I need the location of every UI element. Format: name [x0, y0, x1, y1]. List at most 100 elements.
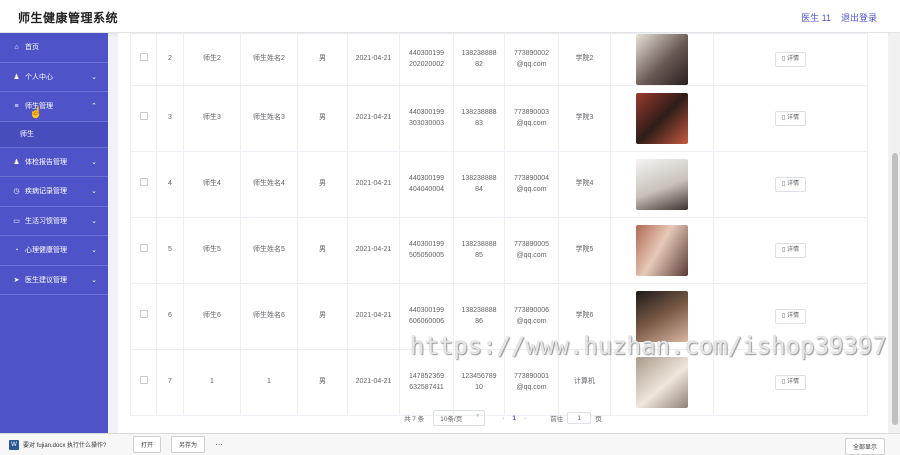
- sidebar-item-mental-health[interactable]: ◔ 心理健康管理 ⌄: [0, 236, 108, 266]
- row-checkbox[interactable]: [139, 178, 148, 187]
- chevron-down-icon: ⌄: [91, 217, 97, 225]
- row-checkbox-cell[interactable]: [130, 85, 157, 152]
- row-checkbox[interactable]: [139, 53, 148, 62]
- sidebar-item-label: 体检报告管理: [25, 158, 67, 166]
- account-cell: 师生2: [183, 33, 241, 86]
- college-cell: 学院5: [558, 217, 611, 284]
- word-document-icon: W: [9, 439, 19, 450]
- row-checkbox-cell[interactable]: [130, 151, 157, 218]
- email-line-2: @qq.com: [516, 185, 547, 193]
- name-cell: 师生姓名2: [240, 33, 298, 86]
- goto-page-input[interactable]: [567, 412, 592, 424]
- table-row: 4 师生4 师生姓名4 男 2021-04-21 440300199 404040…: [130, 151, 868, 218]
- phone-line-2: 85: [475, 251, 483, 259]
- sidebar-item-teacher-student[interactable]: ≡ 师生管理 ⌃: [0, 92, 108, 122]
- detail-button-label: 详情: [786, 378, 799, 385]
- account-cell: 师生6: [183, 283, 241, 350]
- row-checkbox[interactable]: [139, 376, 148, 385]
- row-checkbox[interactable]: [139, 310, 148, 319]
- id-line-2: 404040004: [408, 185, 445, 193]
- phone-cell: 138238888 85: [453, 217, 505, 284]
- action-cell: ▯ 详情: [713, 151, 868, 218]
- gender-cell: 男: [297, 349, 348, 416]
- sidebar-item-home[interactable]: ⌂ 首页: [0, 33, 108, 63]
- sidebar-item-disease-record[interactable]: ◷ 疾病记录管理 ⌄: [0, 177, 108, 207]
- gender-cell: 男: [297, 151, 348, 218]
- sidebar-item-checkup-report[interactable]: ♟ 体检报告管理 ⌄: [0, 148, 108, 177]
- more-options-button[interactable]: ···: [215, 440, 223, 449]
- email-line-1: 773890002: [513, 49, 550, 57]
- row-checkbox[interactable]: [139, 112, 148, 121]
- date-cell: 2021-04-21: [347, 85, 400, 152]
- goto-label: 前往: [550, 416, 564, 423]
- email-line-2: @qq.com: [516, 60, 547, 68]
- save-as-button[interactable]: 另存为: [171, 436, 206, 453]
- email-line-2: @qq.com: [516, 383, 547, 391]
- prev-page-button[interactable]: ‹: [502, 415, 504, 422]
- detail-button[interactable]: ▯ 详情: [775, 374, 806, 391]
- next-page-button[interactable]: ›: [524, 415, 526, 422]
- avatar-photo: [636, 357, 688, 408]
- chevron-down-icon: ⌄: [91, 73, 97, 81]
- id-cell: 440300199 404040004: [399, 151, 454, 218]
- email-line-2: @qq.com: [516, 317, 547, 325]
- id-line-2: 303030003: [408, 119, 445, 127]
- name-cell: 1: [240, 349, 298, 416]
- phone-line-1: 138238888: [461, 306, 497, 314]
- detail-button[interactable]: ▯ 详情: [775, 308, 806, 325]
- email-line-1: 773890006: [513, 306, 550, 314]
- sidebar-item-lifestyle[interactable]: ▭ 生活习惯管理 ⌄: [0, 207, 108, 236]
- index-cell: 7: [156, 349, 184, 416]
- sidebar-item-label: 心理健康管理: [25, 247, 67, 255]
- gender-cell: 男: [297, 33, 348, 86]
- detail-button[interactable]: ▯ 详情: [775, 176, 806, 193]
- index-cell: 2: [156, 33, 184, 86]
- page-size-select[interactable]: 10条/页 ▼: [433, 410, 486, 426]
- sidebar-subitem-teacher-student[interactable]: 师生: [0, 121, 108, 148]
- detail-button[interactable]: ▯ 详情: [775, 242, 806, 259]
- phone-line-2: 86: [475, 317, 483, 325]
- chevron-down-icon: ⌄: [91, 276, 97, 284]
- chevron-down-icon: ⌄: [91, 158, 97, 166]
- phone-line-1: 138238888: [461, 108, 497, 116]
- row-checkbox-cell[interactable]: [130, 217, 157, 284]
- download-notification-bar: W 要对 fujian.docx 执行什么操作? 打开 另存为 ··· 全部显示: [0, 433, 900, 455]
- action-cell: ▯ 详情: [713, 33, 868, 86]
- scrollbar-thumb[interactable]: [892, 153, 898, 425]
- account-cell: 师生3: [183, 85, 241, 152]
- sidebar-item-doctor-advice[interactable]: ➤ 医生建议管理 ⌄: [0, 266, 108, 295]
- id-line-1: 147852369: [408, 372, 445, 380]
- page-scrollbar[interactable]: [890, 33, 900, 433]
- email-line-2: @qq.com: [516, 119, 547, 127]
- detail-button[interactable]: ▯ 详情: [775, 110, 806, 127]
- current-user[interactable]: 医生 11: [801, 11, 831, 24]
- row-checkbox-cell[interactable]: [130, 283, 157, 350]
- phone-line-2: 82: [475, 60, 483, 68]
- page-size-value: 10条/页: [440, 416, 463, 423]
- college-cell: 学院3: [558, 85, 611, 152]
- pagination: 共 7 条 10条/页 ▼ ‹ 1 › 前往 页: [404, 410, 602, 426]
- id-line-2: 505050005: [408, 251, 445, 259]
- index-cell: 5: [156, 217, 184, 284]
- open-button[interactable]: 打开: [133, 436, 162, 453]
- id-line-1: 440300199: [408, 306, 445, 314]
- name-cell: 师生姓名3: [240, 85, 298, 152]
- row-checkbox-cell[interactable]: [130, 33, 157, 86]
- account-cell: 师生4: [183, 151, 241, 218]
- detail-button[interactable]: ▯ 详情: [775, 51, 806, 68]
- id-cell: 440300199 505050005: [399, 217, 454, 284]
- row-checkbox[interactable]: [139, 244, 148, 253]
- index-cell: 3: [156, 85, 184, 152]
- phone-cell: 138238888 83: [453, 85, 505, 152]
- logout-link[interactable]: 退出登录: [841, 11, 877, 24]
- row-checkbox-cell[interactable]: [130, 349, 157, 416]
- page-number-current[interactable]: 1: [512, 415, 516, 422]
- avatar-photo: [636, 93, 688, 144]
- phone-line-1: 123456789: [461, 372, 497, 380]
- id-line-2: 202020002: [408, 60, 445, 68]
- show-all-button[interactable]: 全部显示: [844, 438, 885, 455]
- email-line-2: @qq.com: [516, 251, 547, 259]
- email-line-1: 773890001: [513, 372, 550, 380]
- detail-button-label: 详情: [786, 114, 799, 121]
- sidebar-item-profile[interactable]: ♟ 个人中心 ⌄: [0, 63, 108, 92]
